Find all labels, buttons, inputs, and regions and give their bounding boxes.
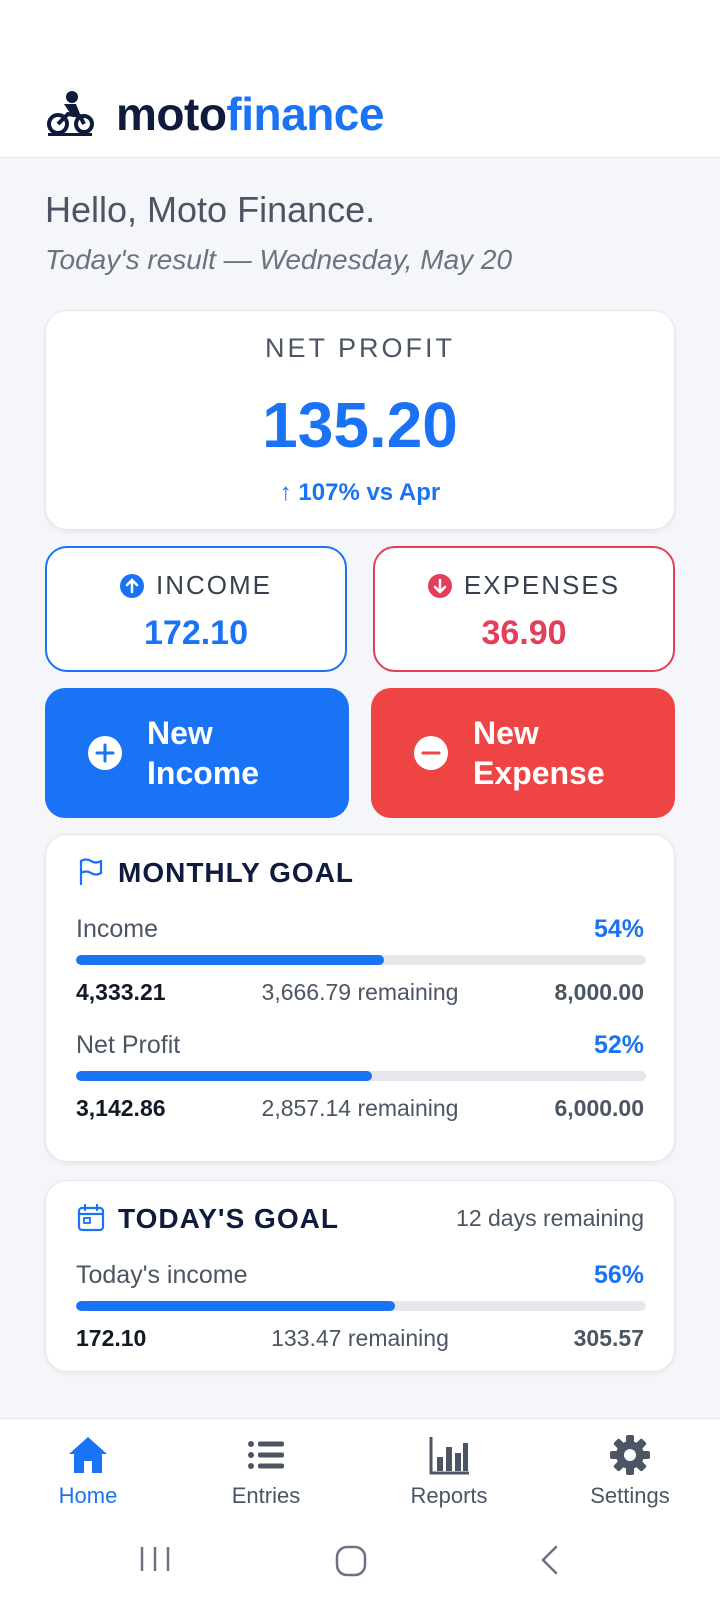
expenses-stat-label: EXPENSES	[463, 570, 621, 600]
net-profit-change: ↑ 107% vs Apr	[279, 479, 441, 506]
brand-moto: moto	[116, 88, 227, 140]
list-icon	[248, 1441, 284, 1469]
monthly-profit-progress-fill	[76, 1071, 373, 1081]
goal-row-target: 6,000.00	[554, 1095, 644, 1121]
date-subtitle: Today's result — Wednesday, May 20	[45, 244, 513, 275]
today-income-progress-track	[76, 1301, 646, 1311]
nav-item-entries[interactable]: Entries	[206, 1433, 326, 1509]
goal-row-percent: 52%	[593, 1031, 644, 1059]
brand-finance: finance	[226, 88, 384, 140]
expenses-stat-card[interactable]: EXPENSES 36.90	[373, 546, 675, 672]
home-icon	[69, 1437, 107, 1473]
nav-label-entries: Entries	[231, 1483, 301, 1508]
goal-row-label: Net Profit	[76, 1031, 181, 1059]
today-income-progress-fill	[76, 1301, 396, 1311]
nav-label-reports: Reports	[410, 1483, 488, 1508]
goal-row-target: 305.57	[573, 1325, 644, 1351]
greeting-text: Hello, Moto Finance.	[45, 189, 376, 230]
nav-item-home[interactable]: Home	[28, 1433, 148, 1509]
bar-chart-icon	[429, 1437, 469, 1475]
net-profit-label: NET PROFIT	[264, 333, 455, 363]
goal-row-percent: 54%	[593, 915, 644, 943]
nav-item-reports[interactable]: Reports	[389, 1433, 509, 1509]
days-remaining: 12 days remaining	[456, 1205, 644, 1231]
plus-circle-icon	[88, 736, 122, 770]
monthly-goal-title: MONTHLY GOAL	[118, 857, 355, 888]
expenses-stat-value: 36.90	[481, 614, 567, 652]
nav-label-home: Home	[58, 1483, 118, 1508]
app-header: motofinance	[0, 0, 720, 158]
motorcycle-rider-icon	[47, 91, 94, 136]
net-profit-card: NET PROFIT 135.20 ↑ 107% vs Apr	[45, 310, 675, 530]
system-nav-bar	[0, 1522, 720, 1600]
goal-row-label: Income	[76, 915, 158, 943]
today-goal-title: TODAY'S GOAL	[118, 1203, 339, 1234]
flag-icon	[79, 858, 103, 885]
calendar-icon	[77, 1203, 105, 1232]
monthly-profit-progress-track	[76, 1071, 646, 1081]
home-button-icon[interactable]	[334, 1544, 368, 1578]
monthly-income-progress-fill	[76, 955, 384, 965]
monthly-income-progress-track	[76, 955, 646, 965]
back-icon[interactable]	[536, 1544, 564, 1576]
monthly-goal-card: MONTHLY GOAL Income 54% 4,333.21 3,666.7…	[45, 834, 675, 1162]
gear-icon	[610, 1435, 650, 1475]
minus-circle-icon	[414, 736, 448, 770]
app-brand: motofinance	[116, 86, 384, 142]
goal-row-target: 8,000.00	[554, 979, 644, 1005]
nav-item-settings[interactable]: Settings	[570, 1433, 690, 1509]
new-income-button[interactable]: New Income	[45, 688, 349, 818]
recent-apps-icon[interactable]	[138, 1544, 172, 1574]
new-expense-label: New Expense	[473, 715, 605, 791]
net-profit-value: 135.20	[262, 389, 458, 461]
bottom-nav: Home Entries Reports Settings	[0, 1418, 720, 1522]
new-income-label: New Income	[147, 715, 260, 791]
goal-row-label: Today's income	[76, 1261, 248, 1289]
arrow-up-circle-icon	[120, 573, 144, 598]
income-stat-card[interactable]: INCOME 172.10	[45, 546, 347, 672]
today-goal-card: TODAY'S GOAL 12 days remaining Today's i…	[45, 1180, 675, 1372]
new-expense-button[interactable]: New Expense	[371, 688, 675, 818]
income-stat-value: 172.10	[144, 614, 248, 652]
nav-label-settings: Settings	[590, 1483, 670, 1508]
arrow-down-circle-icon	[427, 573, 452, 598]
income-stat-label: INCOME	[156, 570, 272, 600]
goal-row-percent: 56%	[593, 1261, 644, 1289]
